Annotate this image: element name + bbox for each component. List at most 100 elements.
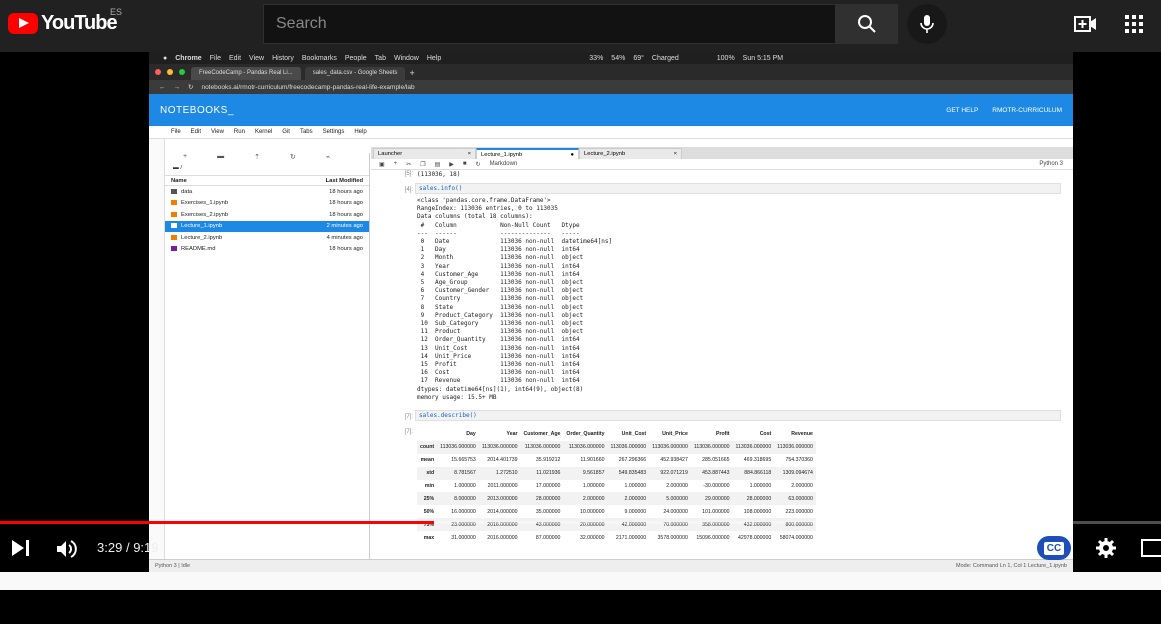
output-prompt: [5]: xyxy=(404,171,413,177)
copy-icon[interactable]: ❐ xyxy=(420,161,425,168)
file-modified: 18 hours ago xyxy=(329,246,363,253)
file-row[interactable]: Exercises_2.ipynb 18 hours ago xyxy=(165,209,369,221)
new-tab-icon[interactable]: + xyxy=(409,68,414,80)
table-cell: 1.000000 xyxy=(582,483,605,489)
stop-icon[interactable]: ■ xyxy=(463,161,467,167)
table-row: 25% 8.000000 2013.000000 28.000000 2.000000 2… xyxy=(417,492,816,506)
upload-icon[interactable]: ⇡ xyxy=(254,153,260,165)
browser-tab[interactable]: FreeCodeCamp - Pandas Real Li... xyxy=(191,67,301,80)
search-button[interactable] xyxy=(836,4,898,44)
table-cell: 113036.000000 xyxy=(568,444,605,451)
notebooks-brand[interactable]: NOTEBOOKS_ xyxy=(160,105,234,116)
notebook-cells: [5]: (113036, 18) [4]: sales.info() <cla… xyxy=(371,170,1073,559)
mac-status: Charged xyxy=(651,54,679,62)
search-input[interactable]: Search xyxy=(263,4,836,44)
new-folder-icon[interactable]: ▬ xyxy=(217,153,224,165)
back-icon[interactable]: ← xyxy=(159,84,166,91)
menu-file[interactable]: File xyxy=(171,129,181,135)
file-row[interactable]: README.md 18 hours ago xyxy=(165,244,369,256)
progress-bar[interactable] xyxy=(0,521,1161,524)
file-name-text: Lecture_2.ipynb xyxy=(181,234,223,241)
user-menu[interactable]: RMOTR-CURRICULUM xyxy=(992,107,1062,114)
restart-icon[interactable]: ↻ xyxy=(476,161,481,168)
menu-settings[interactable]: Settings xyxy=(323,129,345,135)
file-name-text: Exercises_2.ipynb xyxy=(181,211,229,218)
table-cell: 2.000000 xyxy=(666,483,688,489)
save-icon[interactable]: ▣ xyxy=(379,161,385,168)
close-icon[interactable]: × xyxy=(468,151,471,157)
git-icon[interactable]: ⌁ xyxy=(326,153,330,165)
table-header-cell: Unit_Cost xyxy=(621,431,647,438)
menu-help[interactable]: Help xyxy=(354,129,366,135)
voice-search-button[interactable] xyxy=(907,4,947,44)
table-cell: 113036.000000 xyxy=(524,444,561,451)
kernel-name[interactable]: Python 3 xyxy=(1039,161,1063,167)
table-header-row: Day Year Customer_Age Order_Quantity Unit_Co… xyxy=(417,428,816,441)
maximize-window-icon[interactable] xyxy=(179,69,185,75)
table-cell: 113036.000000 xyxy=(693,444,730,451)
tab-launcher[interactable]: Launcher × xyxy=(373,148,476,159)
table-row: max 31.000000 2016.000000 87.000000 32.00000… xyxy=(417,531,816,544)
code-cell[interactable]: sales.describe() xyxy=(415,410,1061,421)
tab-lecture-1[interactable]: Lecture_1.ipynb ● xyxy=(476,148,579,159)
file-browser-toolbar: + ▬ ⇡ ↻ ⌁ xyxy=(165,153,369,165)
file-row[interactable]: Lecture_1.ipynb 2 minutes ago xyxy=(165,220,369,232)
volume-button[interactable] xyxy=(56,540,78,563)
table-cell: 1.272510 xyxy=(495,470,518,477)
file-row[interactable]: Lecture_2.ipynb 4 minutes ago xyxy=(165,232,369,244)
create-button[interactable] xyxy=(1074,12,1098,41)
paste-icon[interactable]: ▤ xyxy=(435,161,441,168)
browser-tab[interactable]: sales_data.csv - Google Sheets xyxy=(304,67,406,80)
logo-text: YouTube xyxy=(41,12,118,34)
file-row[interactable]: Exercises_1.ipynb 18 hours ago xyxy=(165,198,369,210)
table-cell: 24.000000 xyxy=(663,508,688,515)
cell-type-select[interactable]: Markdown xyxy=(490,161,518,167)
video-player[interactable]: ● Chrome File Edit View History Bookmark… xyxy=(0,52,1161,624)
table-cell: 267.296366 xyxy=(618,457,647,464)
close-window-icon[interactable] xyxy=(155,69,161,75)
play-pause-button[interactable] xyxy=(10,540,32,561)
tab-lecture-2[interactable]: Lecture_2.ipynb × xyxy=(579,148,682,159)
close-icon[interactable]: × xyxy=(674,151,677,157)
file-row[interactable]: data 18 hours ago xyxy=(165,186,369,198)
mac-menu-item: Edit xyxy=(228,54,242,62)
minimize-window-icon[interactable] xyxy=(167,69,173,75)
new-launcher-icon[interactable]: + xyxy=(183,153,187,165)
breadcrumb[interactable]: ▬ / xyxy=(165,165,369,175)
menu-kernel[interactable]: Kernel xyxy=(255,129,272,135)
reload-icon[interactable]: ↻ xyxy=(188,83,193,91)
code-cell[interactable]: sales.info() xyxy=(415,183,1061,194)
forward-icon[interactable]: → xyxy=(174,84,181,91)
menu-view[interactable]: View xyxy=(211,129,224,135)
get-help-link[interactable]: GET HELP xyxy=(946,107,978,114)
mac-menu-item: Chrome xyxy=(175,54,202,62)
unsaved-dot-icon[interactable]: ● xyxy=(570,152,574,158)
cut-icon[interactable]: ✂ xyxy=(406,161,411,168)
insert-cell-icon[interactable]: + xyxy=(394,161,398,167)
mac-menu-item: File xyxy=(209,54,221,62)
theater-mode-button[interactable] xyxy=(1141,539,1161,557)
column-name[interactable]: Name xyxy=(171,178,187,184)
mac-menu-item: Bookmarks xyxy=(301,54,337,62)
address-field[interactable]: notebooks.ai/rmotr-curriculum/freecodeca… xyxy=(201,84,414,91)
menu-edit[interactable]: Edit xyxy=(191,129,201,135)
menu-git[interactable]: Git xyxy=(282,129,290,135)
table-cell: 35.919212 xyxy=(535,457,561,464)
run-icon[interactable]: ▶ xyxy=(449,161,454,168)
column-modified[interactable]: Last Modified xyxy=(326,178,363,184)
row-label: 50% xyxy=(423,508,435,515)
menu-run[interactable]: Run xyxy=(234,129,245,135)
captions-button[interactable]: CC xyxy=(1037,536,1071,560)
refresh-icon[interactable]: ↻ xyxy=(290,153,296,165)
mac-menu-item: Help xyxy=(426,54,442,62)
input-prompt: [7]: xyxy=(404,414,413,420)
tab-label: Launcher xyxy=(378,151,403,157)
table-header-cell: Customer_Age xyxy=(523,431,561,438)
menu-tabs[interactable]: Tabs xyxy=(300,129,313,135)
settings-button[interactable] xyxy=(1095,537,1117,564)
table-row: 50% 16.000000 2014.000000 35.000000 10.00000… xyxy=(417,505,816,518)
file-name: data xyxy=(171,188,192,195)
youtube-logo[interactable]: YouTube ES xyxy=(8,7,122,35)
file-modified: 4 minutes ago xyxy=(326,234,363,241)
apps-button[interactable] xyxy=(1124,14,1144,39)
